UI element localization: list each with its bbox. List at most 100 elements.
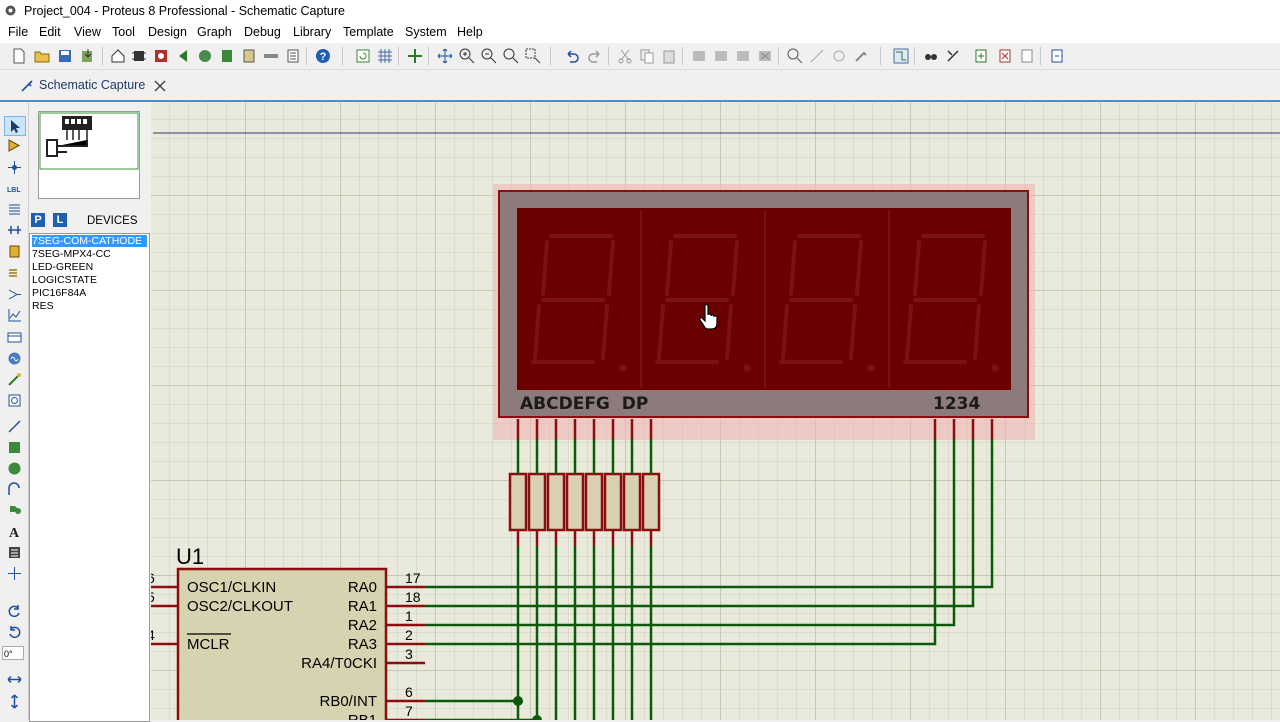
menu-system[interactable]: System	[405, 25, 447, 39]
pan-icon[interactable]	[436, 47, 454, 65]
pcb-icon[interactable]	[152, 47, 170, 65]
symbol-tool-icon[interactable]	[4, 543, 24, 561]
tab-strip	[0, 70, 1280, 102]
bom-icon[interactable]	[240, 47, 258, 65]
open-folder-icon[interactable]	[33, 47, 51, 65]
make-device-icon[interactable]	[808, 47, 826, 65]
new-icon[interactable]	[10, 47, 28, 65]
block-copy-icon[interactable]	[690, 47, 708, 65]
zoom-all-icon[interactable]	[502, 47, 520, 65]
buses-icon[interactable]	[4, 221, 24, 239]
mirror-horizontal-icon[interactable]	[4, 670, 24, 688]
device-list[interactable]: 7SEG-COM-CATHODE 7SEG-MPX4-CC LED-GREEN …	[29, 233, 150, 722]
close-tab-icon[interactable]	[154, 80, 166, 92]
block-delete-icon[interactable]	[756, 47, 774, 65]
rotate-anticlockwise-icon[interactable]	[4, 623, 24, 641]
import-icon[interactable]	[79, 47, 97, 65]
zoom-area-icon[interactable]	[524, 47, 542, 65]
menu-template[interactable]: Template	[343, 25, 394, 39]
text-tool-icon[interactable]: A	[4, 522, 24, 540]
virtual-instruments-icon[interactable]	[4, 391, 24, 409]
graph-mode-icon[interactable]	[4, 306, 24, 324]
device-item[interactable]: 7SEG-COM-CATHODE	[32, 235, 147, 247]
menu-debug[interactable]: Debug	[244, 25, 281, 39]
pick-from-library-button[interactable]: P	[31, 213, 45, 227]
menu-graph[interactable]: Graph	[197, 25, 232, 39]
menu-view[interactable]: View	[74, 25, 101, 39]
svg-text:A: A	[9, 526, 20, 539]
cut-icon[interactable]	[616, 47, 634, 65]
pin-number-left: 4	[151, 627, 155, 643]
redo-icon[interactable]	[586, 47, 604, 65]
wire-label-icon[interactable]: LBL	[4, 179, 24, 197]
copy-icon[interactable]	[638, 47, 656, 65]
block-move-icon[interactable]	[712, 47, 730, 65]
selection-mode-icon[interactable]	[4, 116, 26, 136]
tab-label: Schematic Capture	[39, 78, 146, 92]
wire-autorouter-icon[interactable]	[892, 47, 910, 65]
overview-window[interactable]	[38, 111, 140, 199]
menu-help[interactable]: Help	[457, 25, 483, 39]
home-icon[interactable]	[109, 47, 127, 65]
mirror-vertical-icon[interactable]	[4, 692, 24, 710]
menu-design[interactable]: Design	[148, 25, 187, 39]
save-icon[interactable]	[56, 47, 74, 65]
junction-dot-icon[interactable]	[4, 158, 24, 176]
terminals-icon[interactable]	[4, 264, 24, 282]
search-tag-icon[interactable]	[922, 47, 940, 65]
device-item[interactable]: PIC16F84A	[32, 287, 86, 299]
generator-icon[interactable]	[4, 349, 24, 367]
block-rotate-icon[interactable]	[734, 47, 752, 65]
exit-to-parent-icon[interactable]	[1018, 47, 1036, 65]
help-icon[interactable]: ?	[314, 47, 332, 65]
seven-segment-display[interactable]	[498, 190, 1029, 418]
packaging-icon[interactable]	[830, 47, 848, 65]
marker-tool-icon[interactable]	[4, 564, 24, 582]
pin-label-ra3: RA3	[348, 636, 377, 653]
voltage-probe-icon[interactable]	[4, 370, 24, 388]
refresh-icon[interactable]	[354, 47, 372, 65]
remove-sheet-icon[interactable]	[996, 47, 1014, 65]
back-icon[interactable]	[174, 47, 192, 65]
device-item[interactable]: 7SEG-MPX4-CC	[32, 248, 111, 260]
property-tool-icon[interactable]	[944, 47, 962, 65]
pick-device-icon[interactable]	[786, 47, 804, 65]
new-sheet-icon[interactable]	[972, 47, 990, 65]
schematic-canvas[interactable]: ABCDEFG DP 1234 U1 OSC1/CLKIN OSC2/CLKOU…	[151, 102, 1280, 720]
grid-toggle-icon[interactable]	[376, 47, 394, 65]
undo-icon[interactable]	[563, 47, 581, 65]
library-manager-button[interactable]: L	[53, 213, 67, 227]
zoom-out-icon[interactable]	[480, 47, 498, 65]
subcircuit-icon[interactable]	[4, 242, 24, 260]
netlist-icon[interactable]	[1048, 47, 1066, 65]
box-tool-icon[interactable]	[4, 438, 24, 456]
zoom-in-icon[interactable]	[458, 47, 476, 65]
3d-icon[interactable]	[196, 47, 214, 65]
paste-icon[interactable]	[660, 47, 678, 65]
device-item[interactable]: LOGICSTATE	[32, 274, 97, 286]
menu-edit[interactable]: Edit	[39, 25, 61, 39]
decompose-icon[interactable]	[852, 47, 870, 65]
tape-recorder-icon[interactable]	[4, 328, 24, 346]
gerber-icon[interactable]	[218, 47, 236, 65]
schematic-icon[interactable]	[130, 47, 148, 65]
device-item[interactable]: RES	[32, 300, 54, 312]
rotate-clockwise-icon[interactable]	[4, 602, 24, 620]
device-pins-icon[interactable]	[4, 285, 24, 303]
line-tool-icon[interactable]	[4, 417, 24, 435]
device-item[interactable]: LED-GREEN	[32, 261, 93, 273]
path-tool-icon[interactable]	[4, 501, 24, 519]
tab-schematic-capture[interactable]: Schematic Capture	[16, 72, 176, 100]
circle-tool-icon[interactable]	[4, 459, 24, 477]
arc-tool-icon[interactable]	[4, 480, 24, 498]
menu-library[interactable]: Library	[293, 25, 331, 39]
component-icon[interactable]	[262, 47, 280, 65]
component-mode-icon[interactable]	[4, 136, 24, 154]
origin-icon[interactable]	[406, 47, 424, 65]
notes-icon[interactable]	[284, 47, 302, 65]
menu-file[interactable]: File	[8, 25, 28, 39]
resistor-array[interactable]	[508, 472, 661, 532]
menu-tool[interactable]: Tool	[112, 25, 135, 39]
text-script-icon[interactable]	[4, 200, 24, 218]
rotation-angle-field[interactable]: 0°	[2, 646, 24, 660]
